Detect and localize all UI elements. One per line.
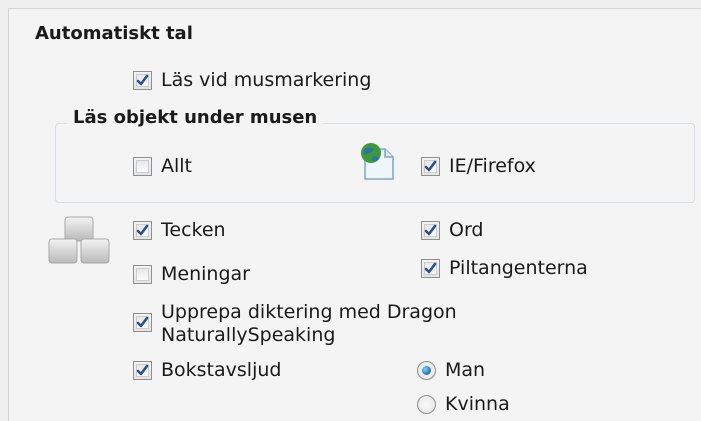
dragon-label-line1: Upprepa diktering med Dragon [161, 301, 457, 323]
group-title: Läs objekt under musen [67, 107, 324, 129]
arrow-keys-checkbox[interactable] [421, 259, 440, 278]
all-checkbox[interactable] [133, 157, 152, 176]
voice-female-radio[interactable] [417, 395, 436, 414]
globe-document-icon [357, 141, 399, 183]
section-title: Automatiskt tal [35, 23, 193, 44]
voice-female-label: Kvinna [445, 393, 510, 415]
sentences-label: Meningar [161, 263, 250, 285]
words-label: Ord [449, 219, 484, 241]
dragon-checkbox[interactable] [133, 313, 152, 332]
words-checkbox[interactable] [421, 221, 440, 240]
letter-sound-label: Bokstavsljud [161, 359, 282, 381]
ie-firefox-label: IE/Firefox [449, 155, 536, 177]
all-label: Allt [161, 155, 193, 177]
automatic-speech-panel: Automatiskt tal Läs vid musmarkering Läs… [8, 8, 701, 421]
ie-firefox-checkbox[interactable] [421, 157, 440, 176]
read-on-hover-checkbox[interactable] [133, 71, 152, 90]
letter-sound-checkbox[interactable] [133, 361, 152, 380]
dragon-label-line2: NaturallySpeaking [161, 324, 336, 346]
arrow-keys-label: Piltangenterna [449, 257, 588, 279]
characters-label: Tecken [161, 219, 226, 241]
sentences-checkbox[interactable] [133, 265, 152, 284]
voice-male-radio[interactable] [417, 361, 436, 380]
voice-male-label: Man [445, 359, 486, 381]
characters-checkbox[interactable] [133, 221, 152, 240]
keyboard-keys-icon [45, 213, 117, 273]
read-on-hover-label: Läs vid musmarkering [161, 69, 372, 91]
